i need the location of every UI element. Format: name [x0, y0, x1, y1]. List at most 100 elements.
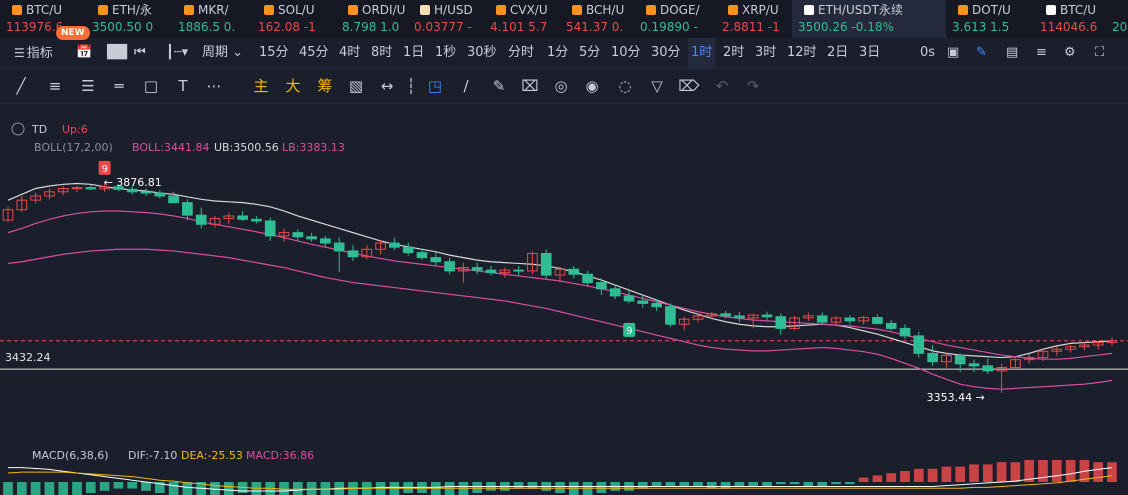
ticker-item[interactable]: DOT/U 3.613 1.5 [946, 0, 1034, 38]
parallel-lines-icon[interactable]: ≡ [44, 69, 66, 103]
interval-12[interactable]: 1时 [688, 38, 716, 68]
interval-5[interactable]: 1秒 [432, 38, 459, 68]
text-tool-icon[interactable]: T [172, 69, 194, 103]
ticker-name: SOL/U [264, 3, 315, 17]
macd-bar [844, 482, 855, 485]
candle-body [416, 252, 428, 259]
interval-10[interactable]: 10分 [608, 38, 644, 68]
main-indicator-button[interactable]: 主 [250, 69, 272, 103]
ticker-item[interactable]: CVX/U 4.101 5.7 [484, 0, 560, 38]
interval-4[interactable]: 1日 [400, 38, 427, 68]
interval-7[interactable]: 分时 [505, 38, 537, 68]
period-dropdown[interactable]: 周期 ⌄ [202, 38, 243, 68]
eraser-icon[interactable]: ⌧ [519, 69, 541, 103]
macd-bar [734, 482, 745, 487]
settings-icon[interactable]: ⚙ [1064, 38, 1076, 68]
ruler-icon[interactable]: ┆ [400, 69, 422, 103]
ticker-item[interactable]: 20. [1106, 0, 1128, 38]
candle-body [485, 269, 497, 274]
horizontal-lines-icon[interactable]: ☰ [77, 69, 99, 103]
candle-body [471, 267, 483, 271]
low-price-label: 3353.44 → [927, 391, 985, 404]
more-icon[interactable]: ⋯ [203, 69, 225, 103]
ticker-name-text: XRP/U [742, 3, 779, 17]
interval-13[interactable]: 2时 [720, 38, 747, 68]
coin-icon [572, 5, 582, 15]
scale-icon[interactable]: ↔ [376, 69, 398, 103]
ticker-item[interactable]: MKR/1886.5 0. [172, 0, 252, 38]
calendar-icon[interactable]: 📅 [76, 38, 92, 68]
interval-9[interactable]: 5分 [576, 38, 603, 68]
macd-bar [16, 482, 27, 495]
macd-dea-value: DEA:-25.53 [181, 449, 243, 462]
ticker-item[interactable]: XRP/U 2.8811 -1 [716, 0, 792, 38]
columns-icon[interactable]: ██ [107, 38, 127, 68]
trendline-icon[interactable]: ╱ [10, 69, 32, 103]
lines-icon[interactable]: ≡ [1036, 38, 1047, 68]
candle-body [609, 288, 621, 297]
big-order-button[interactable]: 大 [282, 69, 304, 103]
coin-icon [420, 5, 430, 15]
candle-body [637, 300, 649, 304]
interval-17[interactable]: 3日 [856, 38, 883, 68]
ticker-name-text: ETH/USDT永续 [818, 3, 903, 17]
ticker-name: H/USD [420, 3, 473, 17]
redo-icon[interactable]: ↷ [742, 69, 764, 103]
ticker-item[interactable]: BCH/U 541.37 0. [560, 0, 634, 38]
fullscreen-icon[interactable]: ⛶ [1095, 38, 1104, 68]
auto-pattern-icon[interactable]: ▧ [345, 69, 367, 103]
candle-type-icon[interactable]: ┃┄▾ [166, 38, 188, 68]
candle-body [182, 202, 193, 216]
coin-icon [646, 5, 656, 15]
macd-bar [955, 466, 966, 482]
rewind-icon[interactable]: ⏮ [134, 38, 146, 68]
crosshair-icon[interactable]: ◌ [614, 69, 636, 103]
interval-6[interactable]: 30秒 [464, 38, 500, 68]
interval-2[interactable]: 4时 [336, 38, 363, 68]
eye-icon[interactable]: ◉ [581, 69, 603, 103]
interval-8[interactable]: 1分 [544, 38, 571, 68]
ticker-item[interactable]: ETH/USDT永续 3500.26 -0.18% [792, 0, 946, 38]
rectangle-icon[interactable]: □ [140, 69, 162, 103]
price-chart[interactable]: TD Up:6 BOLL(17,2,00) BOLL:3441.84 UB:35… [0, 104, 1128, 495]
macd-bar [831, 482, 841, 485]
interval-15[interactable]: 12时 [784, 38, 820, 68]
boll-mid-value: BOLL:3441.84 [132, 141, 209, 154]
chart-toolbar: ☰ 指标 NEW 📅 ██ ⏮ ┃┄▾ 周期 ⌄ 15分 45分 4时 8时 1日 1秒 30… [0, 26, 1128, 69]
interval-0[interactable]: 15分 [256, 38, 292, 68]
ticker-item[interactable]: H/USD 0.03777 - [408, 0, 484, 38]
chip-distribution-button[interactable]: 筹 [314, 69, 336, 103]
high-price-label: ← 3876.81 [104, 176, 162, 189]
measure-icon[interactable]: ∕ [455, 69, 477, 103]
ticker-item[interactable]: DOGE/0.19890 - [634, 0, 716, 38]
macd-bar [223, 482, 234, 495]
ticker-item[interactable]: ORDI/U 8.798 1.0 [336, 0, 408, 38]
ticker-name-text: BTC/U [1060, 3, 1097, 17]
camera-icon[interactable]: ▣ [947, 38, 959, 68]
macd-bar [1093, 462, 1104, 482]
layout-icon[interactable]: ▤ [1006, 38, 1018, 68]
interval-11[interactable]: 30分 [648, 38, 684, 68]
ticker-item[interactable]: ETH/永 3500.50 0 [86, 0, 172, 38]
fib-icon[interactable]: ═ [108, 69, 130, 103]
ticker-item[interactable]: SOL/U 162.08 -1 [252, 0, 336, 38]
lock-icon[interactable]: ◎ [550, 69, 572, 103]
ticker-item[interactable]: BTC/U 114046.6 [1034, 0, 1106, 38]
magnet-icon[interactable]: ◳ [424, 69, 446, 103]
macd-bar [693, 482, 703, 487]
brush-icon[interactable]: ✎ [488, 69, 510, 103]
undo-icon[interactable]: ↶ [711, 69, 733, 103]
interval-14[interactable]: 3时 [752, 38, 779, 68]
macd-bar [789, 482, 800, 485]
macd-bar [762, 482, 772, 487]
filter-icon[interactable]: ▽ [646, 69, 668, 103]
interval-1[interactable]: 45分 [296, 38, 332, 68]
candle-body [968, 363, 980, 367]
delete-icon[interactable]: ⌦ [678, 69, 700, 103]
indicators-button[interactable]: ☰ 指标 [14, 38, 53, 68]
interval-3[interactable]: 8时 [368, 38, 395, 68]
pencil-icon[interactable]: ✎ [976, 38, 987, 68]
candle-body [347, 250, 359, 258]
candle-body [665, 306, 676, 325]
interval-16[interactable]: 2日 [824, 38, 851, 68]
